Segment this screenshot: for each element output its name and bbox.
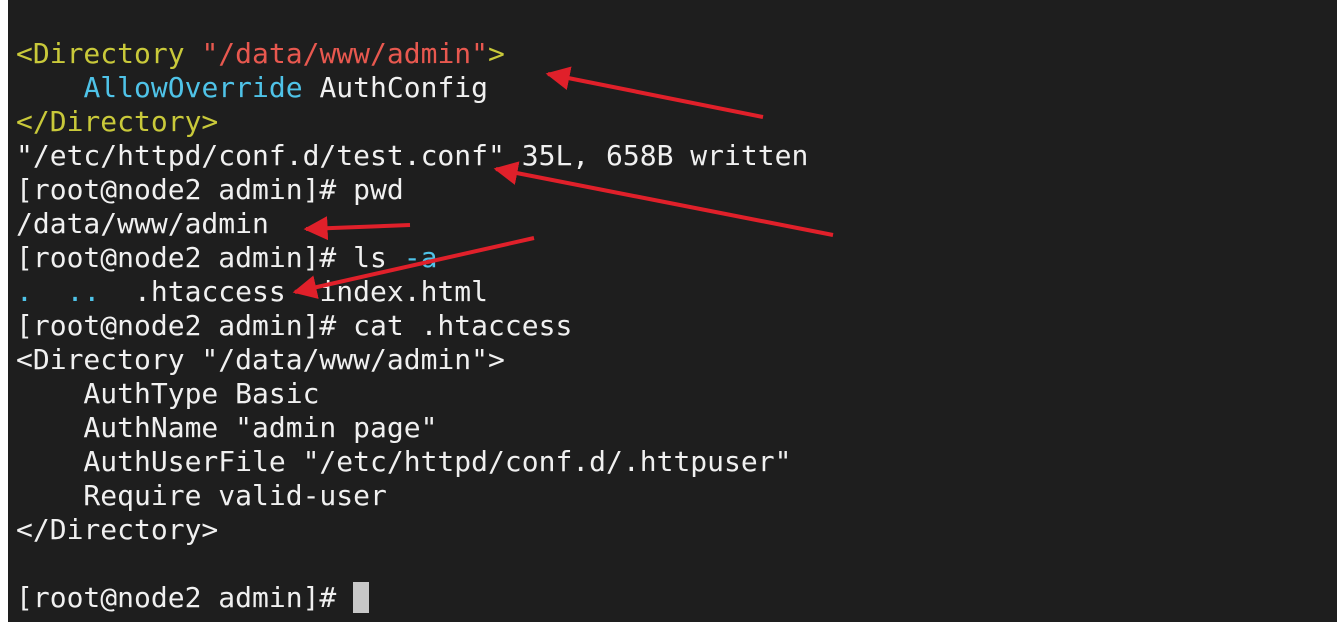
terminal-line: [root@node2 admin]# [16, 581, 808, 615]
plain-text: </Directory> [16, 513, 219, 546]
plain-text: [root@node2 admin]# cat .htaccess [16, 309, 573, 342]
terminal-window[interactable]: <Directory "/data/www/admin"> AllowOverr… [8, 0, 1337, 622]
plain-text: [root@node2 admin]# ls [16, 241, 404, 274]
terminal-line: AuthUserFile "/etc/httpd/conf.d/.httpuse… [16, 445, 808, 479]
plain-text: Require valid-user [16, 479, 387, 512]
terminal-line: AuthName "admin page" [16, 411, 808, 445]
plain-text: AuthName "admin page" [16, 411, 438, 444]
terminal-line: Require valid-user [16, 479, 808, 513]
terminal-line: [root@node2 admin]# ls -a [16, 241, 808, 275]
tag-text: </Directory> [16, 105, 219, 138]
plain-text: "/etc/httpd/conf.d/test.conf" 35L, 658B … [16, 139, 809, 172]
tag-text: > [488, 37, 505, 70]
keyword-text: . .. [16, 275, 101, 308]
string-text: "/data/www/admin" [201, 37, 489, 70]
plain-text: <Directory "/data/www/admin"> [16, 343, 505, 376]
plain-text: AuthUserFile "/etc/httpd/conf.d/.httpuse… [16, 445, 792, 478]
terminal-line: AllowOverride AuthConfig [16, 71, 808, 105]
terminal-output: <Directory "/data/www/admin"> AllowOverr… [16, 37, 808, 615]
plain-text: [root@node2 admin]# pwd [16, 173, 404, 206]
plain-text: /data/www/admin [16, 207, 269, 240]
plain-text: AuthType Basic [16, 377, 320, 410]
terminal-line: AuthType Basic [16, 377, 808, 411]
tag-text: <Directory [16, 37, 202, 70]
terminal-line: . .. .htaccess index.html [16, 275, 808, 309]
plain-text: AuthConfig [302, 71, 489, 104]
plain-text: .htaccess index.html [100, 275, 489, 308]
terminal-cursor[interactable] [353, 582, 370, 613]
terminal-line: <Directory "/data/www/admin"> [16, 37, 808, 71]
plain-text: [root@node2 admin]# [16, 581, 354, 614]
terminal-line: [root@node2 admin]# pwd [16, 173, 808, 207]
terminal-line: <Directory "/data/www/admin"> [16, 343, 808, 377]
keyword-text: -a [403, 241, 438, 274]
terminal-line: "/etc/httpd/conf.d/test.conf" 35L, 658B … [16, 139, 808, 173]
terminal-line: /data/www/admin [16, 207, 808, 241]
keyword-text: AllowOverride [83, 71, 303, 104]
terminal-line: </Directory> [16, 105, 808, 139]
plain-text [16, 71, 83, 104]
terminal-line: </Directory> [16, 513, 808, 547]
terminal-line: [root@node2 admin]# cat .htaccess [16, 309, 808, 343]
